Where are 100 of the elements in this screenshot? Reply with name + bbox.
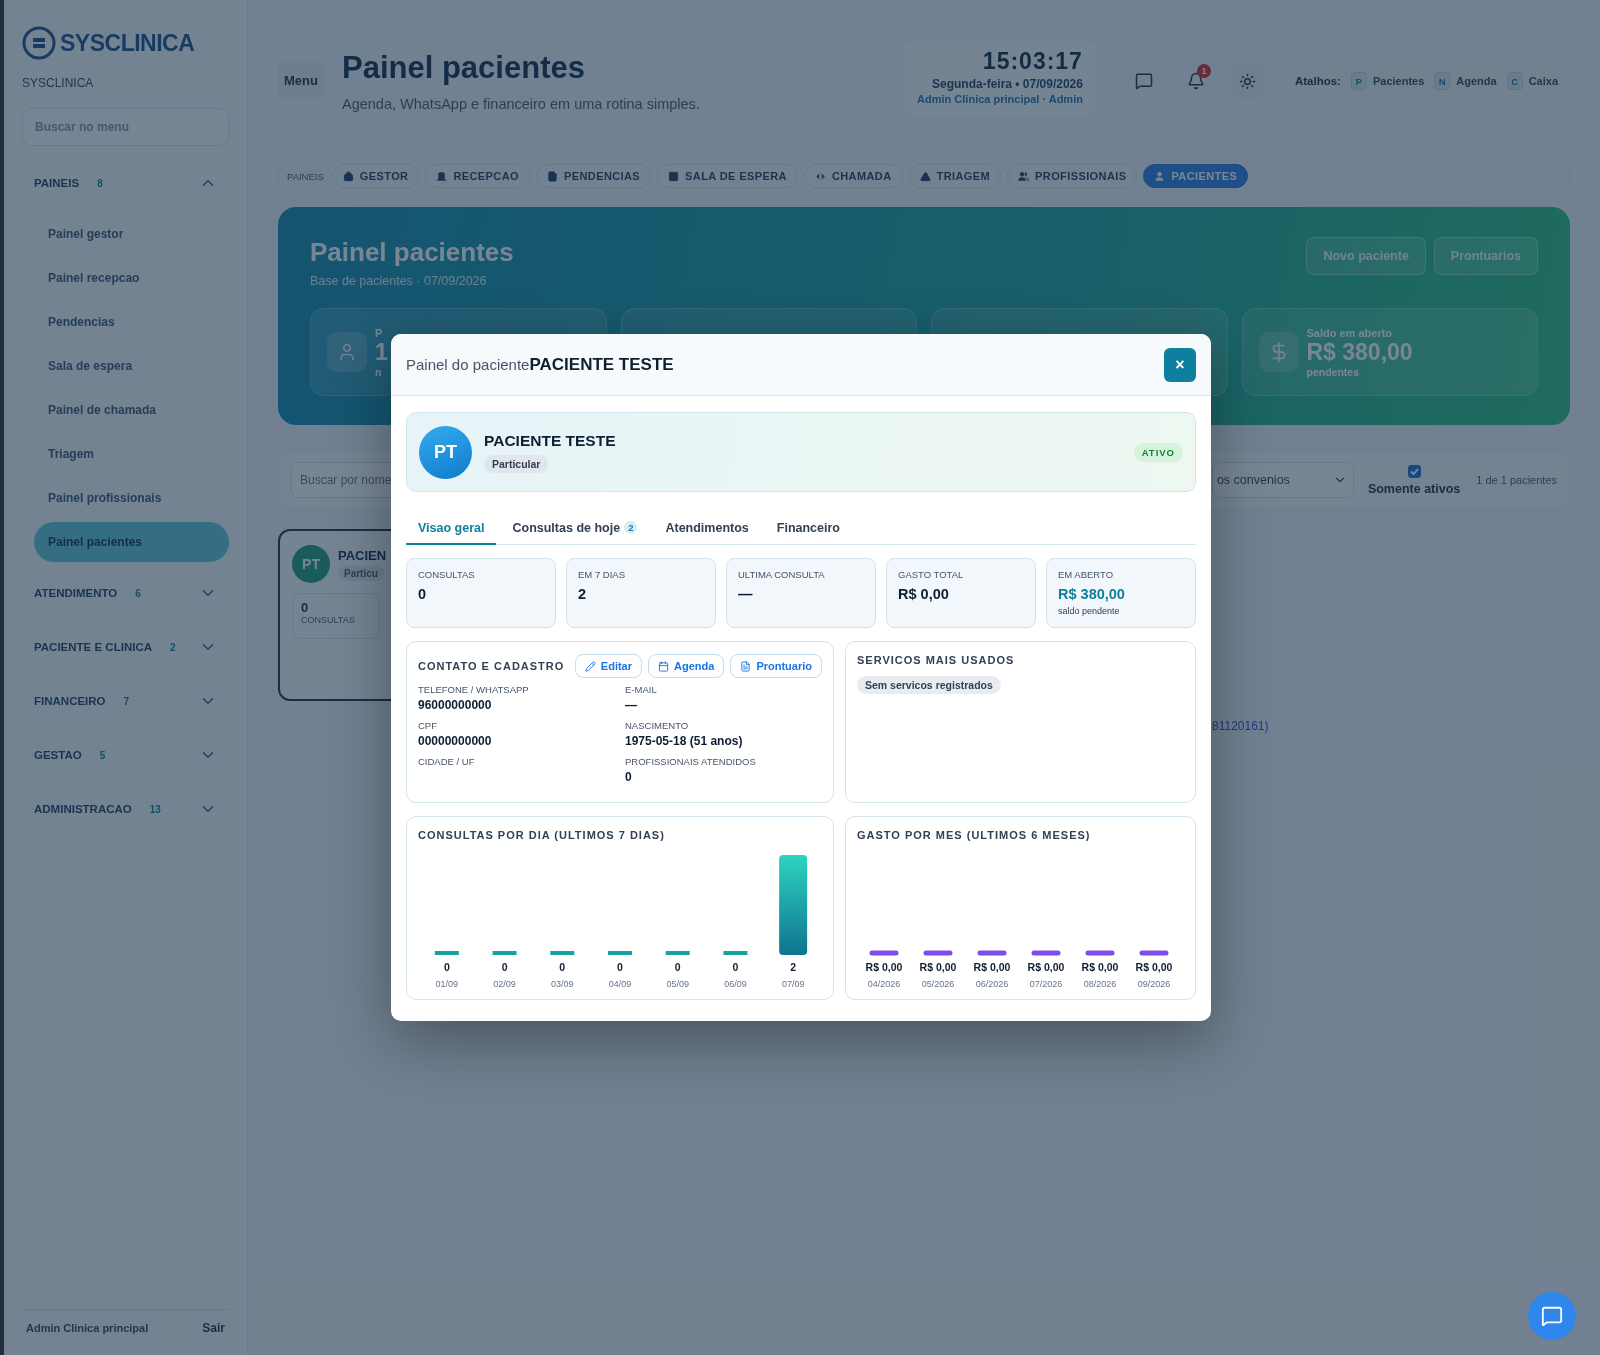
shortcut-link[interactable]: Caixa <box>1528 75 1558 87</box>
chat-button[interactable] <box>1528 1292 1576 1340</box>
group-count: 13 <box>149 803 161 815</box>
action-button[interactable]: Editar <box>574 654 643 678</box>
action-button[interactable]: Agenda <box>648 654 725 678</box>
panel-tab[interactable]: RECEPCAO <box>425 164 530 188</box>
metric-value: R$ 0,00 <box>898 586 950 602</box>
tab-badge: 2 <box>624 521 638 534</box>
category-label: 01/09 <box>435 979 459 989</box>
panel-tab[interactable]: TRIAGEM <box>908 164 1002 188</box>
logout-link[interactable]: Sair <box>202 1320 225 1335</box>
category-label: 08/2026 <box>1083 979 1117 989</box>
metric-value: — <box>738 586 754 602</box>
field-value: — <box>625 698 638 712</box>
avatar: PT <box>292 545 330 583</box>
checkbox[interactable] <box>1407 464 1421 478</box>
field-label: CIDADE / UF <box>418 756 476 767</box>
panel-tab[interactable]: CHAMADA <box>803 164 903 188</box>
value-label: R$ 0,00 <box>973 961 1011 973</box>
field-value: 0 <box>625 770 633 784</box>
chat-icon <box>1541 1305 1563 1327</box>
convenio-select[interactable]: os convenios <box>1211 462 1354 498</box>
metric-note: saldo pendente <box>1058 606 1121 616</box>
menu-button[interactable]: Menu <box>278 62 324 98</box>
group-count: 2 <box>170 641 176 653</box>
category-label: 02/09 <box>493 979 516 989</box>
category-label: 06/09 <box>724 979 747 989</box>
group-label: PACIENTE E CLINICA <box>34 641 152 653</box>
panel-tab[interactable]: PENDENCIAS <box>536 164 652 188</box>
tabs-label: PAINEIS <box>287 170 324 182</box>
sun-icon <box>1239 72 1257 90</box>
panel-tab[interactable]: SALA DE ESPERA <box>657 164 798 188</box>
group-label: FINANCEIRO <box>34 695 106 707</box>
menu-group[interactable]: ATENDIMENTO 6 <box>22 566 229 620</box>
sidebar-item[interactable]: Sala de espera <box>34 346 229 386</box>
menu-group[interactable]: FINANCEIRO 7 <box>22 674 229 728</box>
shortcut-key: P <box>1350 72 1367 90</box>
value-label: R$ 0,00 <box>919 961 957 973</box>
logo-icon <box>22 26 56 60</box>
stat-label: P <box>375 326 384 339</box>
tab[interactable]: Visao geral <box>406 512 497 545</box>
hero-subtitle: Base de pacientes · 07/09/2026 <box>310 274 488 288</box>
category-label: 07/09 <box>781 979 805 989</box>
value-label: 2 <box>790 961 797 973</box>
close-button[interactable]: × <box>1164 347 1196 382</box>
tab[interactable]: Atendimentos <box>653 512 761 545</box>
category-label: 05/2026 <box>921 979 955 989</box>
category-label: 04/2026 <box>867 979 901 989</box>
plan-tag: Particu <box>338 565 384 581</box>
panel-title: SERVICOS MAIS USADOS <box>857 654 1016 666</box>
menu-group[interactable]: GESTAO 5 <box>22 728 229 782</box>
panel-tab[interactable]: GESTOR <box>331 164 420 188</box>
page-title: Painel pacientes <box>342 50 586 86</box>
sidebar-item[interactable]: Painel profissionais <box>34 478 229 518</box>
group-count: 7 <box>123 695 130 707</box>
empty-tag: Sem servicos registrados <box>857 676 1001 694</box>
category-label: 04/09 <box>608 979 632 989</box>
tab[interactable]: Financeiro <box>764 512 852 545</box>
metric-value: 2 <box>578 586 588 602</box>
category-label: 05/09 <box>666 979 689 989</box>
tab[interactable]: Consultas de hoje 2 <box>500 512 650 545</box>
action-button[interactable]: Prontuario <box>730 654 822 678</box>
menu-group[interactable]: PACIENTE E CLINICA 2 <box>22 620 229 674</box>
value-label: R$ 0,00 <box>865 961 903 973</box>
value-label: 0 <box>443 961 450 973</box>
chart-title: GASTO POR MES (ULTIMOS 6 MESES) <box>857 829 1092 841</box>
sidebar-item[interactable]: Painel pacientes <box>34 522 229 562</box>
metric-value: 0 <box>418 586 428 602</box>
menu-group[interactable]: ADMINISTRACAO 13 <box>22 782 229 836</box>
sidebar-item[interactable]: Painel gestor <box>34 214 229 254</box>
menu-group[interactable]: PAINEIS 8 <box>22 156 229 210</box>
sidebar-item[interactable]: Triagem <box>34 434 229 474</box>
metric-label: EM 7 DIAS <box>578 569 626 580</box>
panel-tab[interactable]: PACIENTES <box>1143 164 1249 188</box>
sidebar-item[interactable]: Pendencias <box>34 302 229 342</box>
chart-title: CONSULTAS POR DIA (ULTIMOS 7 DIAS) <box>418 829 666 841</box>
patient-name: PACIENTE TESTE <box>484 431 616 450</box>
field-value: 00000000000 <box>418 734 493 748</box>
sidebar-item[interactable]: Painel de chamada <box>34 390 229 430</box>
notification-badge: 1 <box>1196 64 1211 78</box>
value-label: R$ 0,00 <box>1081 961 1119 973</box>
tab-icon <box>919 170 931 182</box>
field-label: E-MAIL <box>625 684 658 695</box>
tab-icon <box>668 170 680 182</box>
notification-button[interactable]: 1 <box>1178 64 1213 98</box>
stat-note: pendentes <box>1306 365 1360 378</box>
field-label: CPF <box>418 720 438 731</box>
page-subtitle: Agenda, WhatsApp e financeiro em uma rotina simples. <box>342 96 700 112</box>
category-label: 06/2026 <box>975 979 1009 989</box>
shortcut-link[interactable]: Pacientes <box>1372 75 1425 87</box>
sidebar-item[interactable]: Painel recepcao <box>34 258 229 298</box>
panel-tab[interactable]: PROFISSIONAIS <box>1007 164 1138 188</box>
group-label: PAINEIS <box>34 177 80 189</box>
tab-icon <box>1018 170 1030 182</box>
metric-value: R$ 380,00 <box>1058 586 1126 602</box>
checkbox-label: Somente ativos <box>1367 481 1461 496</box>
shortcut-link[interactable]: Agenda <box>1456 75 1497 87</box>
clock-date: Segunda-feira • 07/09/2026 <box>930 77 1083 91</box>
status-badge: ATIVO <box>1133 442 1183 462</box>
calendar-icon <box>658 660 670 672</box>
